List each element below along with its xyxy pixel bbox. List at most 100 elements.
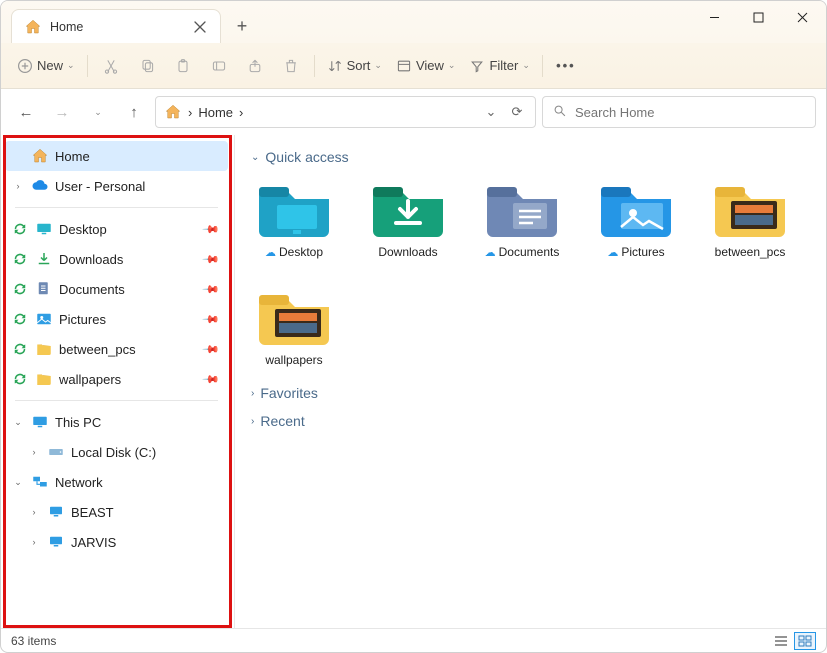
sidebar-item-label: Documents (59, 282, 125, 297)
details-view-button[interactable] (770, 632, 792, 650)
chevron-down-icon: ⌄ (522, 60, 530, 71)
item-count: 63 items (11, 634, 56, 648)
sidebar-item-drive[interactable]: › Local Disk (C:) (5, 437, 228, 467)
quick-access-item[interactable]: Downloads (369, 177, 447, 259)
sidebar-item-label: between_pcs (59, 342, 136, 357)
maximize-button[interactable] (736, 1, 780, 33)
sidebar-item-pinned[interactable]: Desktop 📌 (5, 214, 228, 244)
paste-button[interactable] (166, 51, 200, 81)
cut-button[interactable] (94, 51, 128, 81)
quick-access-item[interactable]: wallpapers (255, 285, 333, 367)
tab-title: Home (50, 20, 184, 34)
desktop-icon (35, 220, 53, 238)
sidebar-item-label: User - Personal (55, 179, 145, 194)
sort-button-label: Sort (347, 58, 371, 73)
expand-icon[interactable]: › (27, 537, 41, 547)
address-row: ← → ⌄ ↑ › Home › ⌄ ⟳ (1, 89, 826, 135)
sync-icon (11, 220, 29, 238)
body: Home › User - Personal Desktop 📌 Downloads… (1, 135, 826, 628)
breadcrumb-seg[interactable]: Home (198, 105, 233, 120)
collapse-icon[interactable]: ⌄ (11, 477, 25, 488)
more-button[interactable]: ••• (549, 51, 583, 81)
close-tab-button[interactable] (192, 19, 208, 35)
computer-icon (47, 533, 65, 551)
quick-access-item[interactable]: between_pcs (711, 177, 789, 259)
chevron-right-icon: › (251, 416, 254, 427)
sidebar-item-network[interactable]: ⌄ Network (5, 467, 228, 497)
folder-icon (369, 177, 447, 239)
sidebar-item-label: BEAST (71, 505, 114, 520)
sidebar-item-pinned[interactable]: Documents 📌 (5, 274, 228, 304)
cloud-status-icon: ☁ (265, 246, 276, 259)
sidebar-item-pinned[interactable]: between_pcs📌 (5, 334, 228, 364)
forward-button[interactable]: → (47, 97, 77, 127)
sidebar-item-label: Downloads (59, 252, 123, 267)
cloud-icon (31, 177, 49, 195)
network-icon (31, 473, 49, 491)
quick-access-item[interactable]: ☁Pictures (597, 177, 675, 259)
share-button[interactable] (238, 51, 272, 81)
section-recent[interactable]: › Recent (251, 413, 810, 429)
separator (314, 55, 315, 77)
minimize-button[interactable] (692, 1, 736, 33)
item-label: ☁Documents (485, 245, 560, 259)
sidebar-item-pinned[interactable]: Downloads📌 (5, 244, 228, 274)
pc-icon (31, 413, 49, 431)
pin-icon: 📌 (202, 370, 221, 389)
section-title: Recent (260, 413, 304, 429)
sidebar-item-pinned[interactable]: Pictures📌 (5, 304, 228, 334)
refresh-button[interactable]: ⟳ (507, 104, 527, 120)
section-title: Favorites (260, 385, 318, 401)
expand-icon[interactable]: › (27, 507, 41, 517)
folder-icon (597, 177, 675, 239)
new-button[interactable]: New ⌄ (11, 51, 81, 81)
section-quick-access[interactable]: ⌄ Quick access (251, 149, 810, 165)
item-label: Downloads (378, 245, 437, 259)
sidebar-item-computer[interactable]: › JARVIS (5, 527, 228, 557)
sidebar-item-computer[interactable]: › BEAST (5, 497, 228, 527)
sidebar-item-label: This PC (55, 415, 101, 430)
chevron-down-icon[interactable]: ⌄ (481, 104, 501, 120)
sidebar-item-label: Desktop (59, 222, 107, 237)
quick-access-item[interactable]: ☁Desktop (255, 177, 333, 259)
search-input[interactable] (575, 105, 805, 120)
chevron-down-icon: ⌄ (251, 152, 259, 163)
sort-button[interactable]: Sort ⌄ (321, 51, 388, 81)
new-button-label: New (37, 58, 63, 73)
sidebar-item-thispc[interactable]: ⌄ This PC (5, 407, 228, 437)
sidebar-item-label: Home (55, 149, 90, 164)
up-button[interactable]: ↑ (119, 97, 149, 127)
collapse-icon[interactable]: ⌄ (11, 417, 25, 428)
new-tab-button[interactable]: + (227, 11, 257, 41)
delete-button[interactable] (274, 51, 308, 81)
sidebar-item-home[interactable]: Home (5, 141, 228, 171)
quick-access-grid: ☁Desktop Downloads ☁Documents ☁Pictures betw… (251, 177, 810, 367)
home-icon (164, 103, 182, 121)
recent-locations-button[interactable]: ⌄ (83, 97, 113, 127)
rename-button[interactable] (202, 51, 236, 81)
filter-button[interactable]: Filter ⌄ (463, 51, 535, 81)
search-box[interactable] (542, 96, 816, 128)
icons-view-button[interactable] (794, 632, 816, 650)
expand-icon[interactable]: › (27, 447, 41, 457)
view-button-label: View (416, 58, 444, 73)
sidebar-item-pinned[interactable]: wallpapers📌 (5, 364, 228, 394)
address-bar[interactable]: › Home › ⌄ ⟳ (155, 96, 536, 128)
quick-access-item[interactable]: ☁Documents (483, 177, 561, 259)
section-favorites[interactable]: › Favorites (251, 385, 810, 401)
window-controls (692, 1, 824, 33)
item-label: ☁Pictures (607, 245, 664, 259)
view-button[interactable]: View ⌄ (390, 51, 462, 81)
pin-icon: 📌 (202, 280, 221, 299)
cloud-status-icon: ☁ (607, 246, 618, 259)
sidebar-item-onedrive[interactable]: › User - Personal (5, 171, 228, 201)
folder-icon (255, 177, 333, 239)
copy-button[interactable] (130, 51, 164, 81)
back-button[interactable]: ← (11, 97, 41, 127)
tab-home[interactable]: Home (11, 9, 221, 43)
status-bar: 63 items (1, 628, 826, 652)
pin-icon: 📌 (202, 220, 221, 239)
expand-icon[interactable]: › (11, 181, 25, 191)
close-window-button[interactable] (780, 1, 824, 33)
pin-icon: 📌 (202, 310, 221, 329)
